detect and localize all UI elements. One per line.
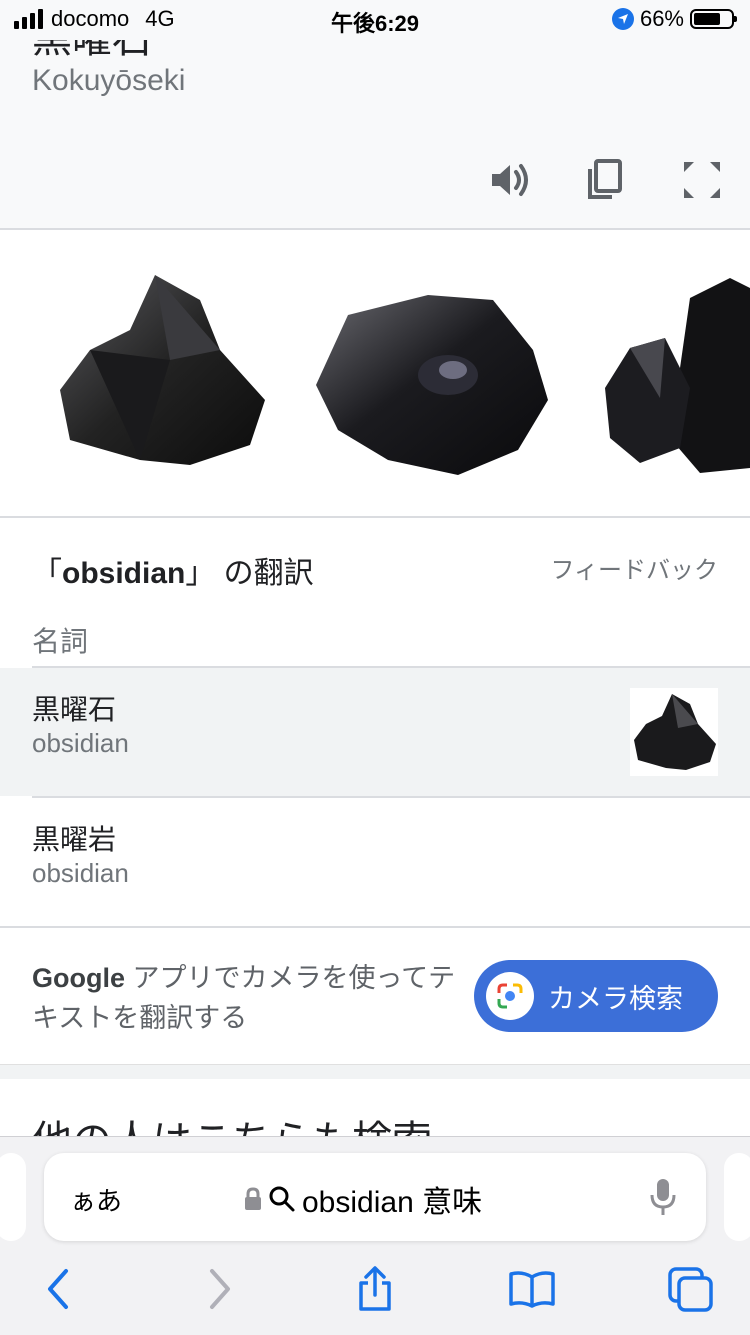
translation-gloss: obsidian (32, 728, 129, 758)
translation-row[interactable]: 黒曜岩 obsidian (0, 798, 750, 926)
camera-promo-text: Google アプリでカメラを使ってテキストを翻訳する (32, 963, 456, 1033)
forward-icon[interactable] (194, 1263, 246, 1315)
location-icon (611, 8, 634, 30)
address-bar[interactable]: ぁあ obsidian 意味 (44, 1153, 706, 1241)
obsidian-image-3[interactable] (600, 278, 750, 478)
image-carousel[interactable] (0, 230, 750, 516)
share-icon[interactable] (349, 1263, 401, 1315)
fullscreen-icon[interactable] (676, 154, 728, 206)
obsidian-image-2[interactable] (308, 290, 553, 480)
romanization: Kokuyōseki (32, 64, 186, 97)
search-query: obsidian 意味 (302, 1186, 483, 1219)
obsidian-image-1[interactable] (50, 270, 270, 470)
lock-icon (245, 1187, 261, 1210)
reader-options-button[interactable]: ぁあ (70, 1181, 122, 1218)
camera-search-button[interactable]: カメラ検索 (474, 960, 718, 1032)
back-icon[interactable] (32, 1263, 84, 1315)
translations-heading: 「obsidian」 の翻訳 (32, 557, 314, 590)
battery-icon (690, 9, 737, 29)
browser-toolbar: ぁあ obsidian 意味 (0, 1136, 750, 1335)
feedback-link[interactable]: フィードバック (550, 550, 718, 585)
translation-gloss: obsidian (32, 858, 129, 888)
translation-term: 黒曜岩 (32, 824, 117, 855)
status-bar: docomo 4G 午後6:29 66% (0, 0, 750, 40)
google-lens-icon (486, 972, 534, 1020)
translation-row[interactable]: 黒曜石 obsidian (0, 668, 750, 796)
bookmarks-icon[interactable] (506, 1263, 558, 1315)
translation-thumbnail (630, 688, 718, 776)
next-tab-peek[interactable] (724, 1153, 750, 1241)
search-icon (269, 1186, 295, 1212)
part-of-speech: 名詞 (32, 626, 89, 657)
divider (0, 516, 750, 518)
camera-search-label: カメラ検索 (548, 983, 683, 1014)
tabs-icon[interactable] (664, 1263, 716, 1315)
previous-tab-peek[interactable] (0, 1153, 26, 1241)
battery-percent: 66% (639, 6, 684, 31)
speaker-icon[interactable] (484, 154, 536, 206)
section-separator (0, 1064, 750, 1079)
microphone-icon[interactable] (650, 1177, 676, 1222)
copy-icon[interactable] (578, 154, 630, 206)
translation-term: 黒曜石 (32, 694, 117, 725)
divider (0, 926, 750, 928)
